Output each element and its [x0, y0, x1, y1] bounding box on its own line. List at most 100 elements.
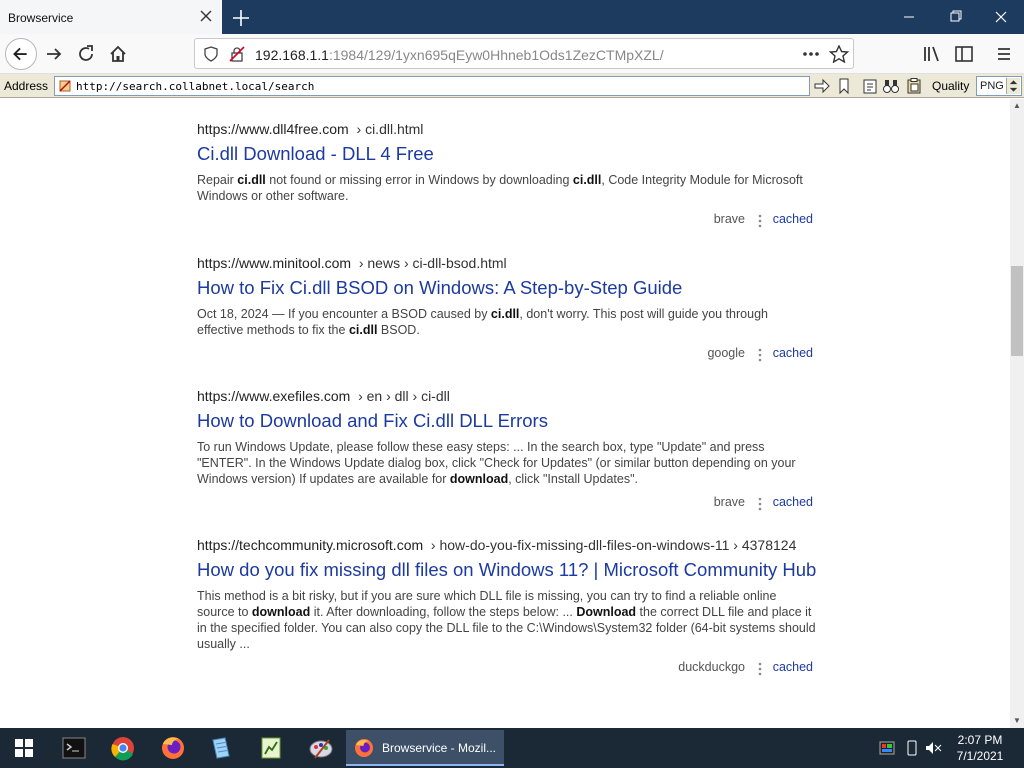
more-actions-icon[interactable] [801, 45, 821, 63]
tab-browservice[interactable]: Browservice [0, 0, 222, 34]
result-meta: duckduckgo cached [197, 660, 817, 678]
bookmark-icon[interactable] [835, 77, 853, 95]
result-meta: google cached [197, 346, 817, 364]
hamburger-menu-icon[interactable] [990, 40, 1018, 68]
close-tab-icon[interactable] [197, 7, 215, 25]
taskbar: Browservice - Mozil... 2:07 PM 7/1/2021 [0, 728, 1024, 768]
snippet-highlight: ci.dll [237, 173, 266, 187]
forward-icon[interactable] [40, 40, 68, 68]
result-domain: https://www.dll4free.com [197, 121, 349, 137]
quality-value: PNG [980, 80, 1004, 92]
shield-icon[interactable] [203, 46, 219, 62]
snippet-highlight: ci.dll [348, 323, 378, 337]
tab-title: Browservice [8, 11, 74, 25]
result-title-link[interactable]: How to Download and Fix Ci.dll DLL Error… [197, 410, 817, 432]
result-snippet: To run Windows Update, please follow the… [197, 439, 817, 487]
result-snippet: Oct 18, 2024 — If you encounter a BSOD c… [197, 306, 817, 338]
back-icon[interactable] [5, 38, 37, 70]
scroll-up-arrow-icon[interactable]: ▲ [1010, 99, 1024, 113]
cached-link[interactable]: cached [773, 495, 813, 509]
clock-time: 2:07 PM [957, 733, 1003, 747]
result-title-link[interactable]: How to Fix Ci.dll BSOD on Windows: A Ste… [197, 277, 817, 299]
result-title-link[interactable]: Ci.dll Download - DLL 4 Free [197, 143, 817, 165]
result-engine: brave [713, 495, 745, 509]
quality-label: Quality [932, 79, 970, 93]
browservice-toolbar: Address http://search.collabnet.local/se… [0, 74, 1024, 98]
address-field[interactable]: http://search.collabnet.local/search [54, 76, 810, 96]
snippet-text: it. After downloading, follow the steps … [310, 605, 577, 619]
result-url[interactable]: https://www.exefiles.com › en › dll › ci… [197, 388, 817, 404]
minimize-icon[interactable] [886, 0, 932, 34]
bookmark-star-icon[interactable] [829, 45, 849, 63]
quality-select[interactable]: PNG [976, 76, 1022, 96]
snippet-highlight: download [251, 605, 311, 619]
result-meta: brave cached [197, 212, 817, 230]
library-icon[interactable] [918, 40, 946, 68]
firefox-icon [355, 739, 373, 757]
search-result: https://techcommunity.microsoft.com › ho… [197, 537, 817, 678]
result-engine: google [707, 346, 745, 360]
notepad-icon[interactable] [201, 732, 241, 764]
address-value: http://search.collabnet.local/search [76, 80, 315, 93]
result-url[interactable]: https://techcommunity.microsoft.com › ho… [197, 537, 817, 553]
paste-icon[interactable] [905, 77, 923, 95]
result-url[interactable]: https://www.minitool.com › news › ci-dll… [197, 255, 817, 271]
snippet-highlight: ci.dll [572, 173, 602, 187]
result-url[interactable]: https://www.dll4free.com › ci.dll.html [197, 121, 817, 137]
snippet-highlight: ci.dll [490, 307, 520, 321]
clipboard-icon[interactable] [861, 77, 879, 95]
result-snippet: Repair ci.dll not found or missing error… [197, 172, 817, 204]
snippet-text: Repair [197, 173, 238, 187]
result-snippet: This method is a bit risky, but if you a… [197, 588, 817, 652]
vertical-dots-icon [758, 348, 762, 362]
go-arrow-icon[interactable] [813, 77, 831, 95]
cached-link[interactable]: cached [773, 660, 813, 674]
terminal-icon[interactable] [54, 732, 94, 764]
vertical-scrollbar[interactable]: ▲ ▼ [1010, 99, 1024, 728]
close-window-icon[interactable] [978, 0, 1024, 34]
cached-link[interactable]: cached [773, 346, 813, 360]
snippet-text: Oct 18, 2024 — If you encounter a BSOD c… [197, 307, 491, 321]
snippet-highlight: download [449, 472, 509, 486]
result-engine: duckduckgo [678, 660, 745, 674]
reload-icon[interactable] [72, 40, 100, 68]
find-binoculars-icon[interactable] [882, 77, 900, 95]
clock[interactable]: 2:07 PM 7/1/2021 [948, 732, 1012, 764]
paint-icon[interactable] [301, 732, 341, 764]
chrome-icon[interactable] [103, 732, 143, 764]
snippet-highlight: Download [576, 605, 637, 619]
system-tray[interactable] [876, 738, 946, 758]
result-domain: https://www.exefiles.com [197, 388, 351, 404]
cached-link[interactable]: cached [773, 212, 813, 226]
result-domain: https://www.minitool.com [197, 255, 352, 271]
vertical-dots-icon [758, 214, 762, 228]
address-label: Address [4, 79, 49, 93]
windows-start-icon[interactable] [4, 732, 44, 764]
firefox-icon[interactable] [153, 732, 193, 764]
result-engine: brave [713, 212, 745, 226]
search-result: https://www.dll4free.com › ci.dll.html Ci… [197, 121, 817, 230]
page-content: https://www.dll4free.com › ci.dll.html Ci… [0, 99, 1010, 728]
spreadsheet-icon[interactable] [251, 732, 291, 764]
result-domain: https://techcommunity.microsoft.com [197, 537, 424, 553]
snippet-text: BSOD. [377, 323, 420, 337]
result-title-link[interactable]: How do you fix missing dll files on Wind… [197, 559, 817, 581]
scroll-down-arrow-icon[interactable]: ▼ [1010, 714, 1024, 728]
insecure-lock-icon[interactable] [229, 46, 245, 62]
url-host: 192.168.1.1 [255, 47, 329, 63]
taskbar-firefox-window[interactable]: Browservice - Mozil... [346, 730, 504, 766]
url-path: :1984/129/1yxn695qEyw0Hhneb1Ods1ZezCTMpX… [328, 47, 664, 63]
snippet-text: , click "Install Updates". [508, 472, 638, 486]
restore-icon[interactable] [932, 0, 978, 34]
url-text[interactable]: 192.168.1.1:1984/129/1yxn695qEyw0Hhneb1O… [255, 47, 664, 63]
new-tab-icon[interactable] [230, 7, 252, 29]
sidebar-icon[interactable] [950, 40, 978, 68]
spinner-arrows-icon[interactable] [1006, 78, 1020, 94]
result-breadcrumb: › news › ci-dll-bsod.html [358, 255, 507, 271]
result-breadcrumb: › how-do-you-fix-missing-dll-files-on-wi… [430, 537, 797, 553]
home-icon[interactable] [104, 40, 132, 68]
url-bar[interactable]: 192.168.1.1:1984/129/1yxn695qEyw0Hhneb1O… [194, 38, 854, 69]
search-result: https://www.exefiles.com › en › dll › ci… [197, 388, 817, 513]
result-breadcrumb: › ci.dll.html [356, 121, 424, 137]
scrollbar-thumb[interactable] [1011, 266, 1023, 356]
